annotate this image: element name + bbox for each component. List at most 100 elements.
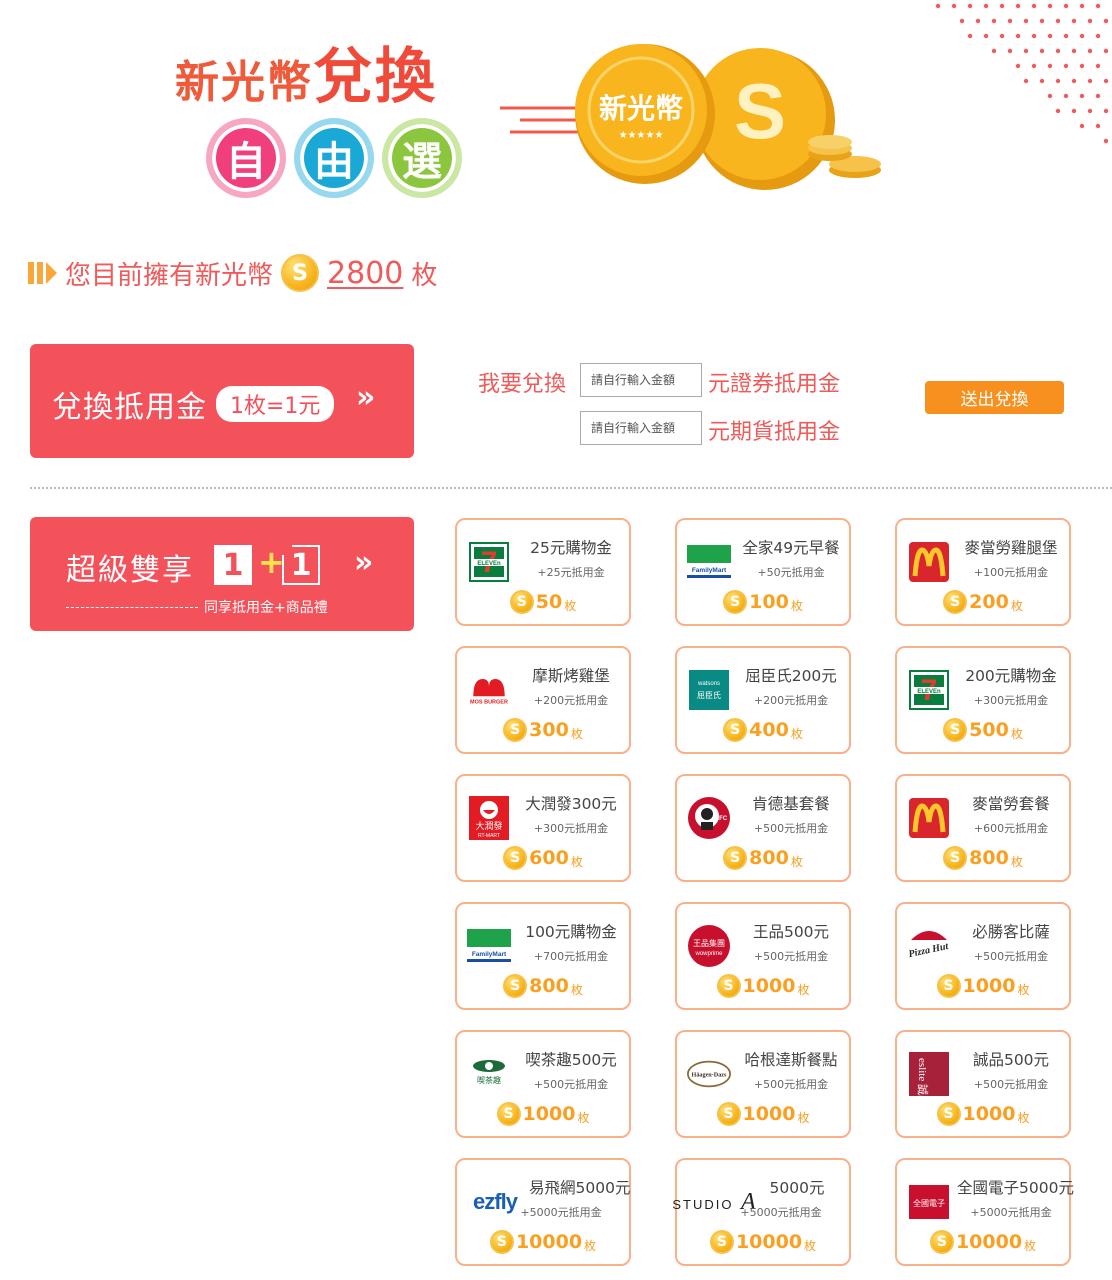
svg-text:喫茶趣: 喫茶趣	[477, 1075, 501, 1085]
coin-icon: S	[509, 590, 534, 614]
reward-coin-unit: 枚	[584, 1238, 597, 1253]
reward-card[interactable]: 7ELEVEn 200元購物金 +300元抵用金 S500枚	[895, 646, 1071, 754]
reward-name: 100元購物金	[525, 923, 617, 941]
coin-icon: S	[496, 1102, 521, 1126]
coin-icon: S	[281, 254, 320, 292]
reward-bonus: +500元抵用金	[533, 1078, 609, 1091]
dot	[1063, 93, 1069, 99]
svg-text:王品集團: 王品集團	[693, 938, 725, 948]
reward-coin-amount: 10000	[735, 1231, 803, 1253]
reward-coin-unit: 枚	[790, 598, 803, 613]
reward-coin-unit: 枚	[790, 854, 803, 869]
reward-price: S 800 枚	[677, 846, 849, 870]
voucher-amount-input[interactable]	[580, 363, 702, 397]
reward-price: S 800 枚	[457, 974, 629, 998]
dot	[1055, 18, 1061, 24]
futures-amount-input[interactable]	[580, 411, 702, 445]
reward-card[interactable]: Häagen-Dazs 哈根達斯餐點 +500元抵用金 S 1000 枚	[675, 1030, 851, 1138]
coin-icon: S	[709, 1230, 734, 1254]
reward-card[interactable]: eslite 誠品 誠品500元 +500元抵用金 S 1000 枚	[895, 1030, 1071, 1138]
chevron-right-icon: »	[354, 545, 374, 580]
reward-price: S 600 枚	[457, 846, 629, 870]
dot	[1095, 33, 1101, 39]
dot	[967, 3, 973, 9]
dot	[1063, 63, 1069, 69]
haagen-dazs-logo: Häagen-Dazs	[687, 1052, 731, 1096]
dot	[967, 33, 973, 39]
coin-icon: S	[503, 718, 528, 742]
reward-bonus: +5000元抵用金	[520, 1206, 602, 1219]
reward-card[interactable]: FamilyMart 全家49元早餐 +50元抵用金 S 100 枚	[675, 518, 851, 626]
reward-coin-amount: 200	[969, 591, 1009, 613]
eslite-logo: eslite 誠品	[907, 1052, 951, 1096]
reward-name: 200元購物金	[965, 667, 1057, 685]
reward-coin-unit: 枚	[570, 726, 583, 741]
reward-card[interactable]: 全國電子 全國電子5000元 +5000元抵用金 S 10000 枚	[895, 1158, 1074, 1266]
reward-coin-amount: 1000	[742, 1103, 796, 1125]
svg-text:RT-MART: RT-MART	[478, 833, 500, 839]
coin-label: 新光幣	[599, 92, 683, 125]
submit-exchange-button[interactable]: 送出兌換	[925, 381, 1064, 414]
reward-price: S 200 枚	[897, 590, 1069, 614]
reward-card[interactable]: 王品集團 wowprime 王品500元 +500元抵用金 S 1000 枚	[675, 902, 851, 1010]
mos-burger-logo: MOS BURGER	[467, 668, 511, 712]
reward-coin-amount: 800	[969, 847, 1009, 869]
dot	[999, 3, 1005, 9]
dot	[975, 18, 981, 24]
reward-coin-amount: 800	[749, 847, 789, 869]
reward-card[interactable]: MOS BURGER 摩斯烤雞堡 +200元抵用金 S 300 枚	[455, 646, 631, 754]
reward-coin-unit: 枚	[577, 1110, 590, 1125]
reward-card[interactable]: 7ELEVEn25元購物金+25元抵用金S50枚	[455, 518, 631, 626]
exchange-credit-panel[interactable]: 兌換抵用金 1枚=1元 »	[30, 344, 414, 458]
reward-coin-unit: 枚	[570, 854, 583, 869]
reward-coin-unit: 枚	[570, 982, 583, 997]
reward-bonus: +100元抵用金	[973, 566, 1049, 579]
reward-card[interactable]: Pizza Hut 必勝客比薩 +500元抵用金 S 1000 枚	[895, 902, 1071, 1010]
pizza-hut-logo: Pizza Hut	[907, 924, 951, 968]
dot	[1071, 48, 1077, 54]
reward-card[interactable]: FamilyMart 100元購物金 +700元抵用金 S 800 枚	[455, 902, 631, 1010]
reward-coin-amount: 400	[749, 719, 789, 741]
dot	[1039, 48, 1045, 54]
reward-coin-amount: 1000	[522, 1103, 576, 1125]
coin-icon: S	[503, 974, 528, 998]
svg-text:FamilyMart: FamilyMart	[472, 951, 507, 958]
dot	[983, 3, 989, 9]
dot	[1071, 78, 1077, 84]
chevron-right-icon: »	[356, 380, 376, 415]
reward-card[interactable]: 喫茶趣 喫茶趣500元 +500元抵用金 S 1000 枚	[455, 1030, 631, 1138]
reward-card[interactable]: 麥當勞雞腿堡 +100元抵用金 S 200 枚	[895, 518, 1071, 626]
reward-coin-unit: 枚	[1010, 726, 1023, 741]
coin-icon: S	[716, 1102, 741, 1126]
dot	[1103, 108, 1109, 114]
reward-card[interactable]: ezfly 易飛網5000元 +5000元抵用金 S 10000 枚	[455, 1158, 631, 1266]
super-double-panel[interactable]: 超級雙享 1 + 1 » 同享抵用金+商品禮	[30, 517, 414, 631]
reward-card[interactable]: 大潤發 RT-MART 大潤發300元 +300元抵用金 S 600 枚	[455, 774, 631, 882]
reward-bonus: +300元抵用金	[533, 822, 609, 835]
hero-title-part1: 新光幣	[175, 57, 313, 108]
dot	[1007, 18, 1013, 24]
reward-bonus: +600元抵用金	[973, 822, 1049, 835]
reward-coin-amount: 500	[969, 719, 1009, 741]
reward-card[interactable]: STUDIO A 5000元 +5000元抵用金 S 10000 枚	[672, 1158, 851, 1266]
reward-coin-unit: 枚	[1017, 982, 1030, 997]
reward-card[interactable]: 麥當勞套餐 +600元抵用金 S 800 枚	[895, 774, 1071, 882]
decorative-dots	[935, 3, 1109, 144]
reward-price: S 50 枚	[457, 590, 629, 614]
reward-bonus: +300元抵用金	[973, 694, 1049, 707]
reward-coin-amount: 1000	[742, 975, 796, 997]
chicha-logo: 喫茶趣	[467, 1052, 511, 1096]
reward-bonus: +200元抵用金	[753, 694, 829, 707]
circle-xuan: 選	[382, 118, 462, 198]
reward-bonus: +500元抵用金	[973, 1078, 1049, 1091]
reward-card[interactable]: watsons 屈臣氏 屈臣氏200元 +200元抵用金 S 400 枚	[675, 646, 851, 754]
svg-text:★★★★★: ★★★★★	[619, 130, 664, 141]
reward-name: 喫茶趣500元	[525, 1051, 617, 1069]
7-eleven-logo: 7ELEVEn	[907, 668, 951, 712]
dot	[1087, 18, 1093, 24]
reward-card[interactable]: KFC 肯德基套餐 +500元抵用金 S 800 枚	[675, 774, 851, 882]
dot	[1039, 18, 1045, 24]
reward-name: 全國電子5000元	[957, 1179, 1074, 1197]
coin-icon: S	[936, 1102, 961, 1126]
exchange-rate-badge: 1枚=1元	[216, 386, 335, 422]
